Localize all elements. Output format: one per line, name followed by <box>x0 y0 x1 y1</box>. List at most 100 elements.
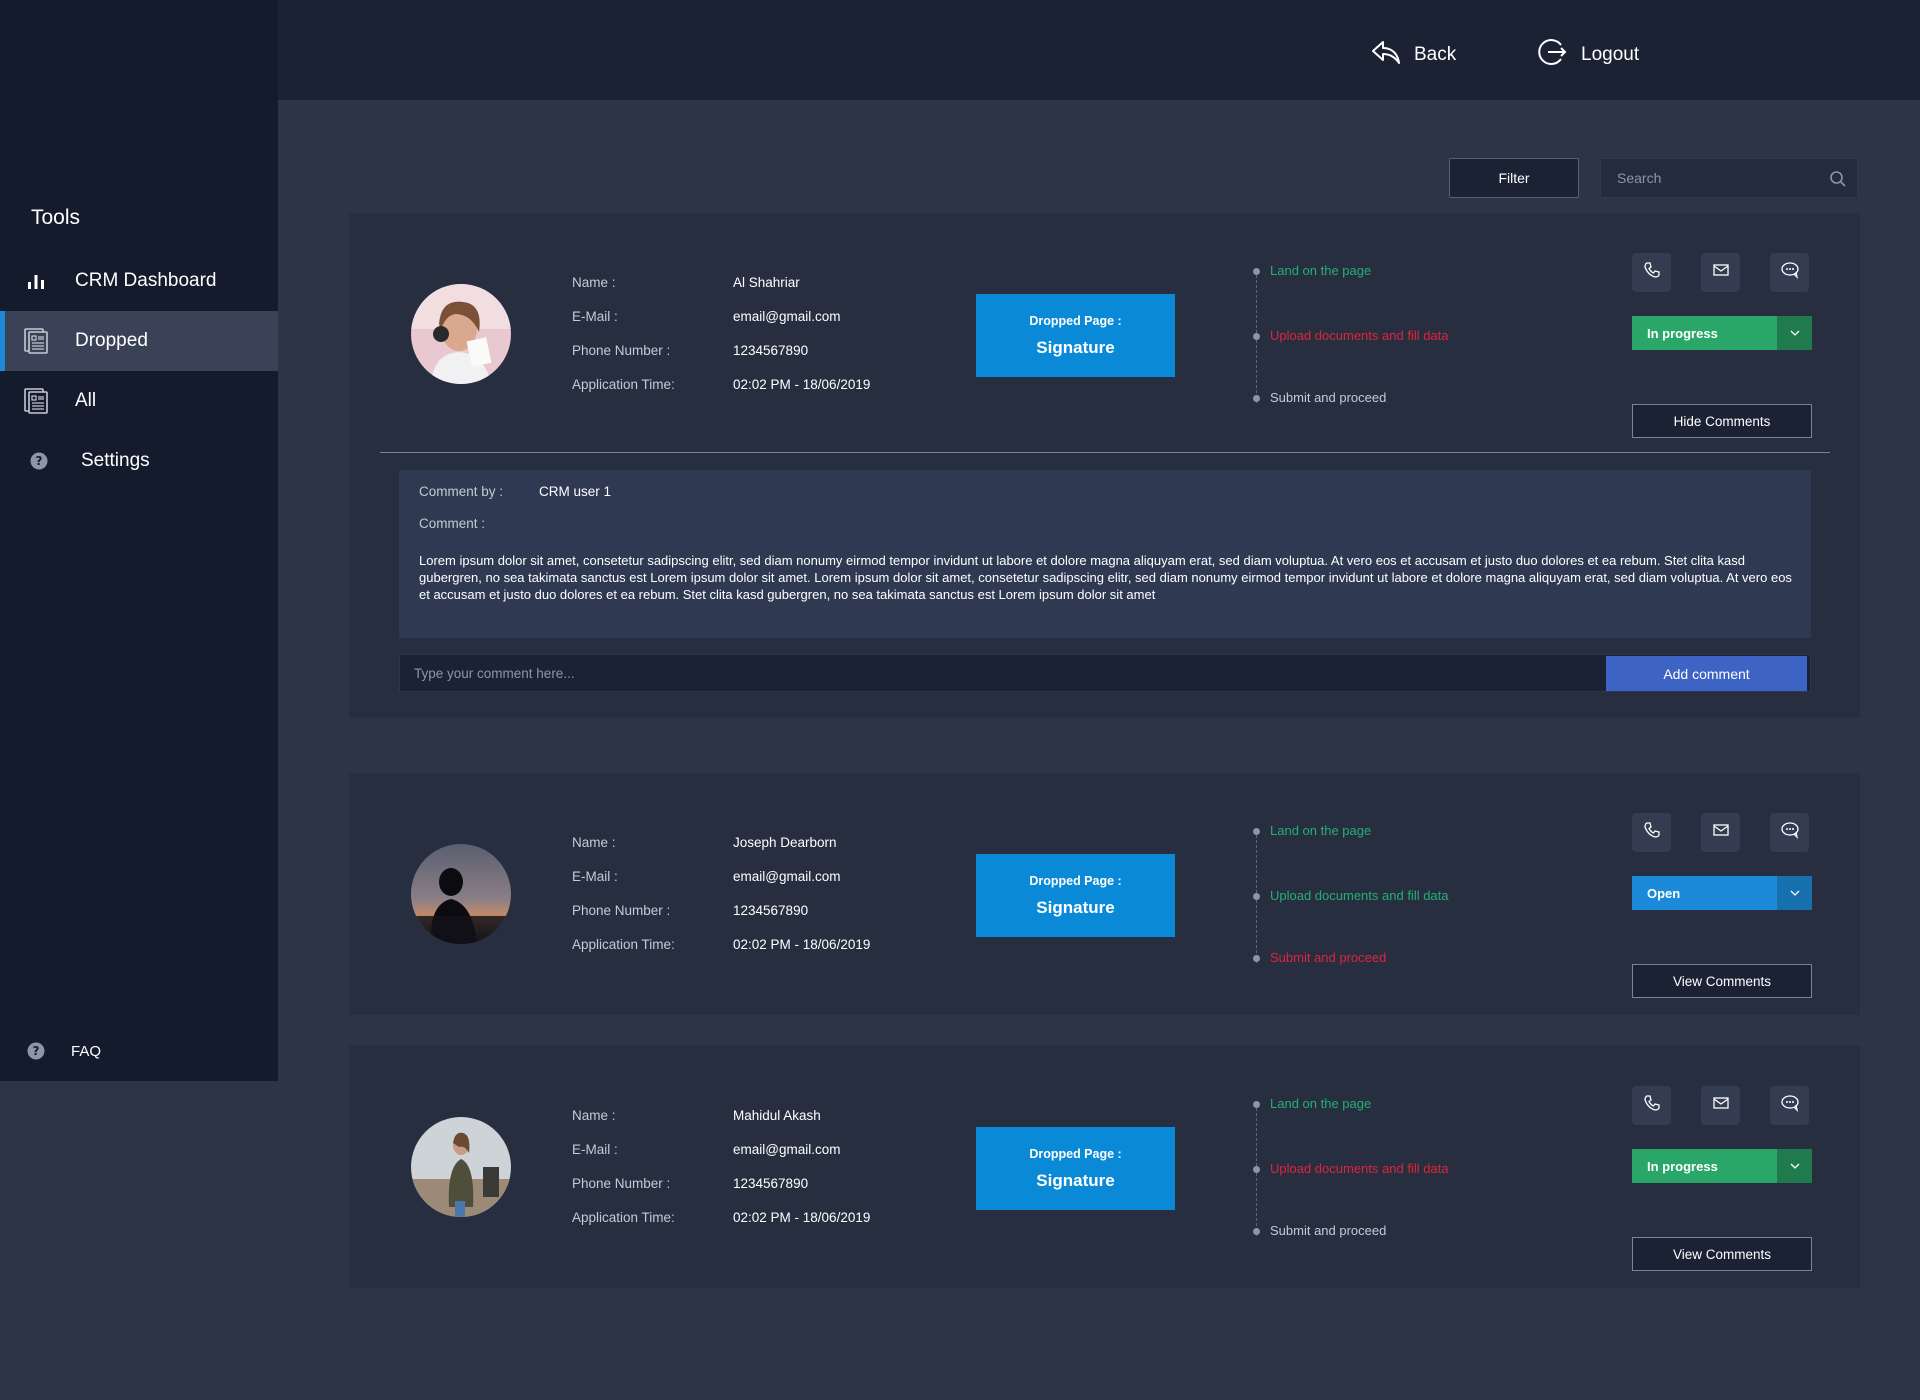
avatar <box>411 844 511 944</box>
app-time-label: Application Time: <box>572 1210 675 1225</box>
status-dropdown[interactable]: In progress <box>1632 1149 1812 1183</box>
chevron-down-icon[interactable] <box>1777 876 1812 910</box>
status-value: In progress <box>1632 1149 1777 1183</box>
app-time-value: 02:02 PM - 18/06/2019 <box>733 1210 871 1225</box>
email-button[interactable] <box>1701 253 1740 292</box>
status-value: In progress <box>1632 316 1777 350</box>
phone-value: 1234567890 <box>733 903 809 918</box>
dropped-page-box: Dropped Page : Signature <box>976 854 1175 937</box>
chat-icon <box>1780 1094 1800 1117</box>
phone-label: Phone Number : <box>572 903 671 918</box>
email-button[interactable] <box>1701 1086 1740 1125</box>
phone-value: 1234567890 <box>733 343 809 358</box>
bar-chart-icon <box>24 269 48 293</box>
call-button[interactable] <box>1632 813 1671 852</box>
question-icon: ? <box>27 449 51 473</box>
email-value: email@gmail.com <box>733 309 841 324</box>
chevron-down-icon[interactable] <box>1777 1149 1812 1183</box>
comment-input[interactable]: Type your comment here... <box>399 654 1811 692</box>
app-time-label: Application Time: <box>572 377 675 392</box>
logout-button[interactable]: Logout <box>1537 36 1639 74</box>
mail-icon <box>1712 1094 1730 1117</box>
step-land: Land on the page <box>1253 1096 1371 1111</box>
status-value: Open <box>1632 876 1777 910</box>
sidebar-item-dropped[interactable]: Dropped <box>0 311 278 371</box>
logout-label: Logout <box>1581 44 1640 65</box>
sidebar-item-label: Settings <box>81 450 150 471</box>
add-comment-button[interactable]: Add comment <box>1606 656 1807 691</box>
name-label: Name : <box>572 275 616 290</box>
email-label: E-Mail : <box>572 309 618 324</box>
view-comments-button[interactable]: View Comments <box>1632 1237 1812 1271</box>
phone-label: Phone Number : <box>572 343 671 358</box>
step-submit: Submit and proceed <box>1253 950 1386 965</box>
step-land: Land on the page <box>1253 263 1371 278</box>
call-button[interactable] <box>1632 253 1671 292</box>
chevron-down-icon[interactable] <box>1777 316 1812 350</box>
call-button[interactable] <box>1632 1086 1671 1125</box>
chat-icon <box>1780 261 1800 284</box>
search-icon[interactable] <box>1829 170 1847 191</box>
dropped-page-value: Signature <box>1036 337 1115 357</box>
dropped-page-value: Signature <box>1036 1170 1115 1190</box>
name-label: Name : <box>572 1108 616 1123</box>
email-value: email@gmail.com <box>733 1142 841 1157</box>
mail-icon <box>1712 261 1730 284</box>
dropped-page-label: Dropped Page : <box>1029 873 1122 888</box>
hide-comments-button[interactable]: Hide Comments <box>1632 404 1812 438</box>
filter-button[interactable]: Filter <box>1449 158 1579 198</box>
back-label: Back <box>1414 44 1457 65</box>
email-button[interactable] <box>1701 813 1740 852</box>
svg-text:?: ? <box>33 1044 40 1058</box>
step-upload: Upload documents and fill data <box>1253 328 1449 343</box>
divider <box>380 452 1830 453</box>
email-label: E-Mail : <box>572 869 618 884</box>
sidebar-item-settings[interactable]: ? Settings <box>0 431 278 491</box>
record-card: Name : Joseph Dearborn E-Mail : email@gm… <box>349 773 1860 1015</box>
dropped-page-label: Dropped Page : <box>1029 313 1122 328</box>
avatar <box>411 284 511 384</box>
sidebar-item-all[interactable]: All <box>0 371 278 431</box>
sidebar-item-faq[interactable]: ? FAQ <box>0 1036 278 1066</box>
chat-button[interactable] <box>1770 253 1809 292</box>
name-value: Mahidul Akash <box>733 1108 821 1123</box>
sidebar-item-label: CRM Dashboard <box>75 270 217 291</box>
top-bar: Back Logout <box>278 0 1920 100</box>
view-comments-button[interactable]: View Comments <box>1632 964 1812 998</box>
step-submit: Submit and proceed <box>1253 1223 1386 1238</box>
comment-by-value: CRM user 1 <box>539 484 612 499</box>
name-label: Name : <box>572 835 616 850</box>
back-button[interactable]: Back <box>1370 36 1456 74</box>
name-value: Al Shahriar <box>733 275 800 290</box>
sidebar-section-title: Tools <box>31 206 81 229</box>
name-value: Joseph Dearborn <box>733 835 837 850</box>
step-submit: Submit and proceed <box>1253 390 1386 405</box>
status-dropdown[interactable]: In progress <box>1632 316 1812 350</box>
comment-box: Comment by : CRM user 1 Comment : Lorem … <box>399 470 1811 638</box>
phone-icon <box>1643 1094 1661 1117</box>
chat-button[interactable] <box>1770 1086 1809 1125</box>
record-card: Name : Mahidul Akash E-Mail : email@gmai… <box>349 1046 1860 1288</box>
phone-icon <box>1643 261 1661 284</box>
svg-text:?: ? <box>36 454 43 468</box>
sidebar-item-label: Dropped <box>75 330 148 351</box>
logout-icon <box>1537 36 1569 74</box>
phone-value: 1234567890 <box>733 1176 809 1191</box>
comment-text: Lorem ipsum dolor sit amet, consetetur s… <box>419 553 1792 602</box>
document-list-icon <box>24 328 48 354</box>
faq-label: FAQ <box>71 1042 102 1060</box>
search-placeholder: Search <box>1617 170 1662 186</box>
avatar <box>411 1117 511 1217</box>
phone-icon <box>1643 821 1661 844</box>
chat-button[interactable] <box>1770 813 1809 852</box>
search-input[interactable]: Search <box>1600 158 1858 198</box>
status-dropdown[interactable]: Open <box>1632 876 1812 910</box>
record-card: Name : Al Shahriar E-Mail : email@gmail.… <box>349 213 1860 718</box>
app-time-value: 02:02 PM - 18/06/2019 <box>733 377 871 392</box>
back-arrow-icon <box>1370 36 1402 74</box>
step-land: Land on the page <box>1253 823 1371 838</box>
step-upload: Upload documents and fill data <box>1253 1161 1449 1176</box>
dropped-page-box: Dropped Page : Signature <box>976 294 1175 377</box>
sidebar-item-crm-dashboard[interactable]: CRM Dashboard <box>0 251 278 311</box>
app-time-label: Application Time: <box>572 937 675 952</box>
